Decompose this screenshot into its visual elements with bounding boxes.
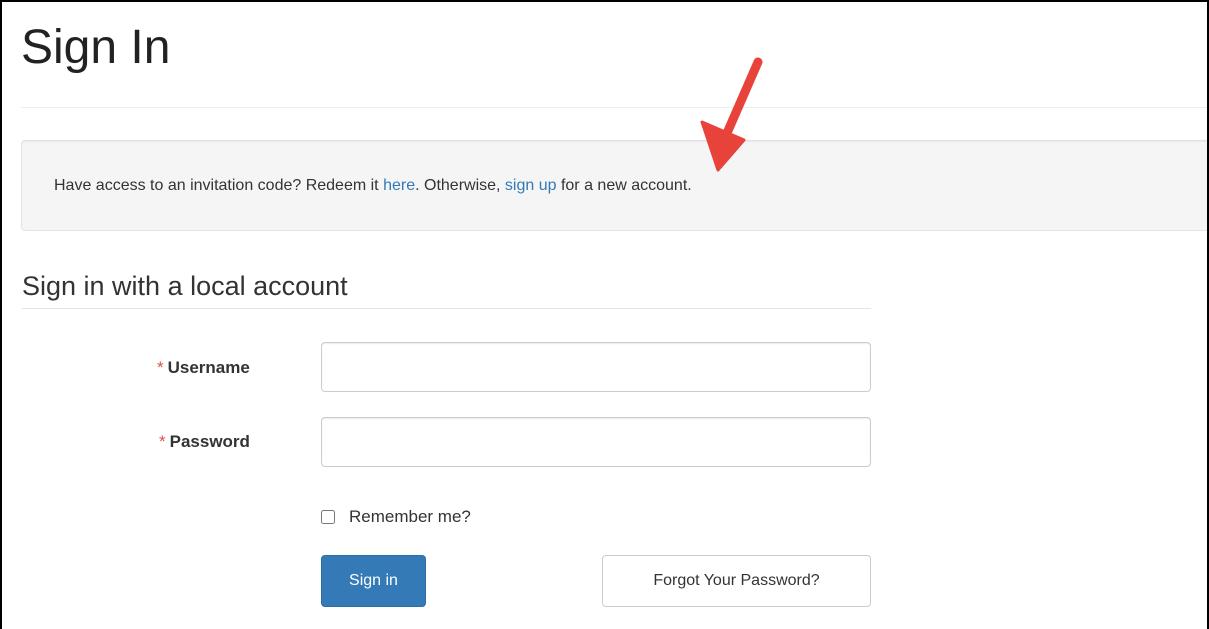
username-label-text: Username (167, 358, 250, 377)
username-required-marker: * (157, 358, 164, 377)
password-label-text: Password (169, 432, 250, 451)
invitation-info-box: Have access to an invitation code? Redee… (21, 140, 1207, 231)
redeem-here-link[interactable]: here (383, 177, 415, 194)
remember-me-label[interactable]: Remember me? (349, 507, 471, 527)
local-account-heading: Sign in with a local account (22, 271, 348, 301)
sign-in-button[interactable]: Sign in (321, 555, 426, 607)
page-frame: Sign In Have access to an invitation cod… (0, 0, 1209, 629)
password-input[interactable] (321, 417, 871, 467)
red-arrow-annotation (700, 57, 763, 172)
page-title: Sign In (21, 21, 171, 74)
password-required-marker: * (159, 432, 166, 451)
section-divider (22, 308, 871, 309)
remember-me-row: Remember me? (321, 507, 471, 527)
forgot-password-button[interactable]: Forgot Your Password? (602, 555, 871, 607)
info-text-middle: . Otherwise, (415, 177, 505, 194)
title-divider (21, 107, 1207, 108)
username-label: * Username (157, 358, 250, 378)
invitation-text: Have access to an invitation code? Redee… (54, 177, 692, 195)
info-text-before: Have access to an invitation code? Redee… (54, 177, 384, 194)
password-label: * Password (159, 432, 250, 452)
info-text-after: for a new account. (556, 177, 692, 194)
remember-me-checkbox[interactable] (321, 510, 335, 524)
sign-up-link[interactable]: sign up (505, 177, 557, 194)
username-input[interactable] (321, 342, 871, 392)
